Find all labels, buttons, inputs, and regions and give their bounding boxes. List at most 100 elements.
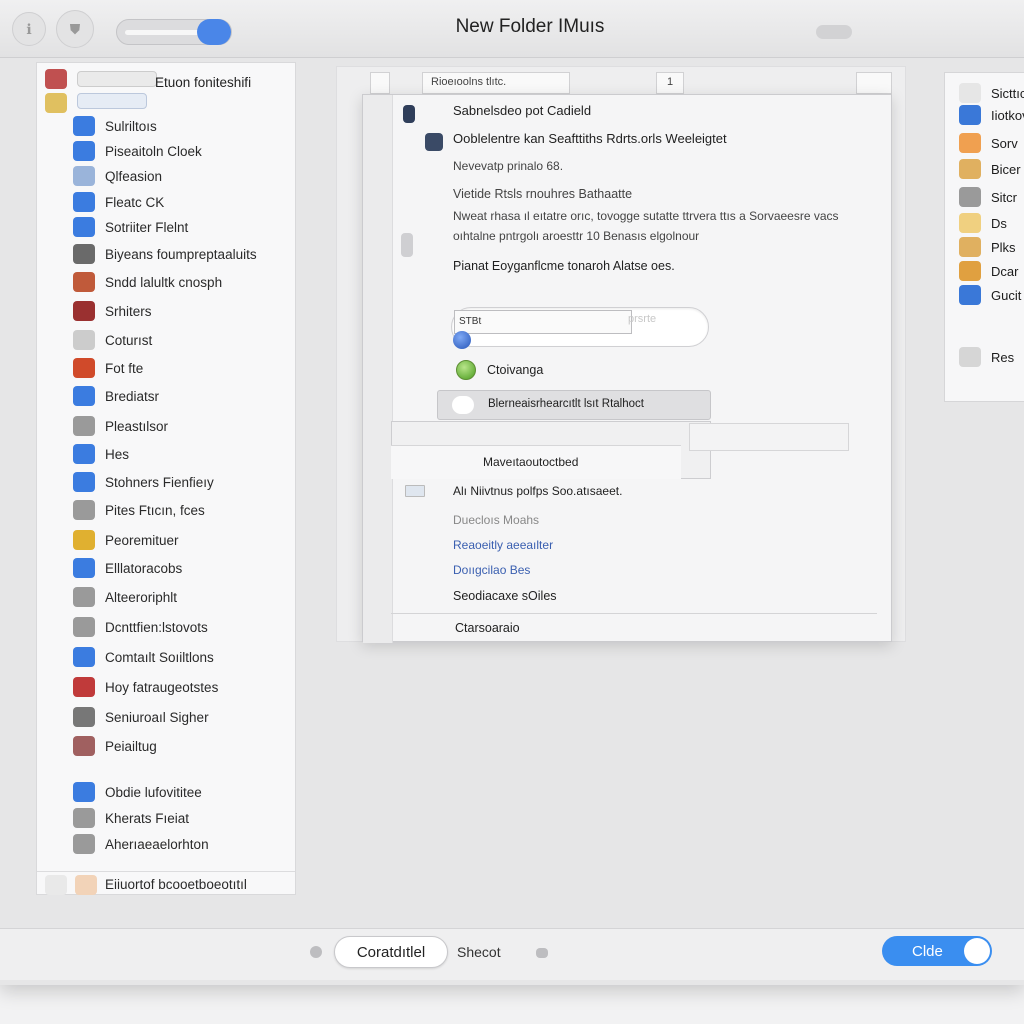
blank-icon [73,330,95,350]
path-control[interactable] [77,71,157,87]
option-radio-blue[interactable] [453,331,471,349]
sidebar-item[interactable]: Peoremituer [37,527,295,553]
sidebar-item[interactable]: Pleastılsor [37,413,295,439]
device-icon [425,133,443,151]
sidebar-item-label: Piseaitoln Cloek [105,143,202,159]
calendar-icon [73,647,95,667]
option-link[interactable]: Doııgcilao Bes [453,563,530,577]
sidebar-item[interactable]: Fot fte [37,355,295,381]
dialog-line: Ooblelentre kan Seafttiths Rdrts.orls We… [453,131,727,146]
sidebar-footer-label: Eiiuortof bcooetboeotıtıl [105,877,247,892]
sidebar-item-label: Seniuroaıl Sigher [105,709,209,725]
sidebar-item[interactable]: Elllatoracobs [37,555,295,581]
sidebar-item[interactable]: Biyeans foumpreptaaluits [37,241,295,267]
inspector-item-label: Res [991,349,1015,365]
inspector-item-label: Sorv [991,135,1018,151]
sidebar-item[interactable]: Brediatsr [37,383,295,409]
option-row[interactable]: Duecloıs Moahs [453,513,539,527]
sidebar-item[interactable]: Alteeroriphlt [37,584,295,610]
option-row[interactable]: Alı Niivtnus polfps Soo.atısaeet. [453,484,622,498]
zoom-slider[interactable] [116,19,232,45]
list-icon [73,500,95,520]
lock-icon [401,233,413,257]
back-button[interactable]: ℹ [12,12,46,46]
sidebar-item[interactable]: Sotriiter Flelnt [37,214,295,240]
drive-icon [73,244,95,264]
sidebar-header: Etuon foniteshifi [155,75,252,90]
field-hint: prsrte [628,313,657,325]
sidebar-item[interactable]: Aherıaeaelorhton [37,831,295,857]
window-icon [73,558,95,578]
pencil-icon [75,874,97,895]
image-icon [73,116,95,136]
dialog-line: Nweat rhasa ıl eıtatre orıc, tovogge sut… [453,209,839,223]
app-window: ℹ ⛊ New Folder IMuıs Etuon foniteshifi S… [0,0,1024,985]
option-row[interactable]: Seodiacaxe sOiles [453,589,557,603]
background-image-tab[interactable] [856,72,892,94]
sidebar-item[interactable]: Kherats Fıeiat [37,805,295,831]
sidebar-item[interactable]: Hoy fatraugeotstes [37,674,295,700]
slider-knob[interactable] [197,19,231,45]
view-switch[interactable] [77,93,147,109]
sidebar: Etuon foniteshifi Sulriltoıs Piseaitoln C… [36,62,296,895]
sidebar-item[interactable]: Srhiters [37,298,295,324]
window-title: New Folder IMuıs [455,16,605,37]
sidebar-item-label: Srhiters [105,303,152,319]
toggle-icon [959,105,981,125]
circle-icon [73,736,95,756]
secondary-field[interactable] [689,423,849,451]
sidebar-item-label: Kherats Fıeiat [105,810,190,826]
sidebar-item[interactable]: Seniuroaıl Sigher [37,704,295,730]
sidebar-item[interactable]: Fleatc CK [37,189,295,215]
cloud-icon [452,396,474,414]
background-left-tab[interactable] [370,72,390,94]
shield-button[interactable]: ⛊ [56,10,94,48]
sidebar-item[interactable]: Hes [37,441,295,467]
secondary-button[interactable]: Shecot [457,944,501,960]
paint-icon [73,272,95,292]
help-icon[interactable] [310,946,322,958]
background-tab[interactable]: Rioeıoolns tlıtc. [422,72,570,94]
sidebar-item-label: Dcnttfien:lstovots [105,619,208,635]
sidebar-item[interactable]: Qlfeasion [37,163,295,189]
keyboard-icon [73,166,95,186]
option-radio-green[interactable] [456,360,476,380]
inspector-item-label: Sicttıcaos [991,85,1024,101]
sidebar-item[interactable]: Coturıst [37,327,295,353]
cancel-button[interactable]: Coratdıtlel [334,936,448,968]
sidebar-item[interactable]: Pites Ftıcın, fces [37,497,295,523]
sidebar-item[interactable]: Piseaitoln Cloek [37,138,295,164]
create-button[interactable]: Clde [882,936,992,966]
sidebar-item[interactable]: Dcnttfien:lstovots [37,614,295,640]
globe-icon [73,472,95,492]
sidebar-item-label: Obdie lufovititee [105,784,202,800]
search-pill[interactable] [816,25,852,39]
pencil-icon [959,237,981,257]
folder-name-input[interactable]: STBt [454,310,632,334]
sidebar-item[interactable]: Comtaılt Soıiltlons [37,644,295,670]
sidebar-item-label: Peoremituer [105,532,179,548]
sidebar-item[interactable]: Obdie lufovititee [37,779,295,805]
menu-item[interactable]: Maveıtaoutoctbed [391,445,681,479]
option-link[interactable]: Reaoeitly aeeaılter [453,538,553,552]
image-icon [73,808,95,828]
sidebar-item[interactable]: Peiailtug [37,733,295,759]
tv-icon [959,83,981,103]
info-icon: ℹ [26,20,32,37]
doc-icon [73,617,95,637]
sidebar-item-label: Pleastılsor [105,418,169,434]
location-dropdown[interactable]: Blerneaisrhearcıtlt lsıt Rtalhoct [437,390,711,420]
folder-icon[interactable] [45,93,67,113]
app-icon[interactable] [45,69,67,89]
arrow-icon[interactable] [536,948,548,958]
sidebar-item[interactable]: Sndd lalultk cnosph [37,269,295,295]
sidebar-item[interactable]: Sulriltoıs [37,113,295,139]
background-tab-count[interactable]: 1 [656,72,684,94]
sidebar-item[interactable]: Stohners Fienfieıy [37,469,295,495]
square-icon [73,707,95,727]
folder-name-field[interactable]: STBt prsrte [451,307,709,347]
menu-item-label: Maveıtaoutoctbed [483,455,579,469]
dialog-line: Vietide Rtsls rnouhres Bathaatte [453,187,633,201]
arrow-icon [73,782,95,802]
sidebar-footer[interactable]: Eiiuortof bcooetboeotıtıl [37,871,295,897]
